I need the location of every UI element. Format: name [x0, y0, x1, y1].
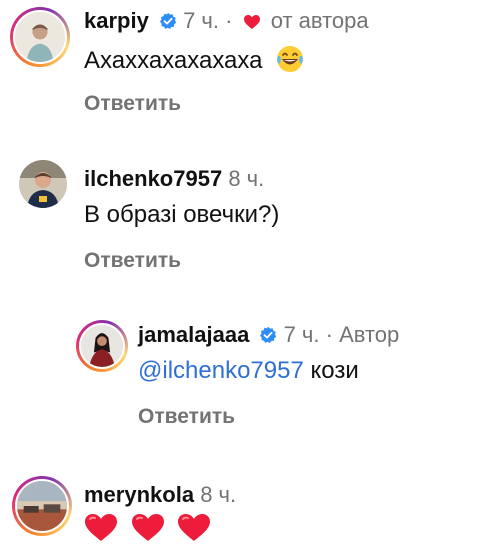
avatar[interactable]: [12, 476, 72, 536]
person-avatar-icon: [81, 325, 123, 367]
reply-button[interactable]: Ответить: [138, 405, 235, 429]
verified-badge-icon: [159, 10, 177, 36]
reply-button[interactable]: Ответить: [84, 249, 181, 273]
separator-dot: ·: [225, 8, 233, 33]
liked-by-author-note: от автора: [270, 8, 369, 33]
person-avatar-icon: [19, 160, 67, 208]
username[interactable]: merynkola: [84, 482, 194, 507]
red-heart-emoji-icon: [131, 513, 165, 550]
hearts-emoji: [84, 513, 217, 550]
verified-badge-icon: [259, 324, 277, 350]
timestamp: 7 ч.: [283, 322, 320, 347]
heart-icon: [243, 10, 261, 36]
author-label: Автор: [339, 322, 400, 347]
red-heart-emoji-icon: [177, 513, 211, 550]
username[interactable]: karpiy: [84, 8, 149, 33]
comment-text: В образі овечки?): [84, 201, 280, 228]
username[interactable]: ilchenko7957: [84, 166, 222, 191]
laughing-tears-emoji-icon: [275, 44, 305, 81]
red-heart-emoji-icon: [84, 513, 118, 550]
comment-text: кози: [310, 357, 359, 384]
reply-button[interactable]: Ответить: [84, 92, 181, 116]
timestamp: 7 ч.: [183, 8, 219, 33]
avatar[interactable]: [19, 160, 67, 208]
avatar[interactable]: [76, 320, 128, 372]
landscape-avatar-icon: [17, 481, 67, 531]
username[interactable]: jamalajaaa: [138, 322, 249, 347]
person-avatar-icon: [15, 12, 65, 62]
avatar[interactable]: [10, 7, 70, 67]
timestamp: 8 ч.: [200, 482, 237, 507]
mention-link[interactable]: @ilchenko7957: [138, 357, 304, 384]
separator-dot: ·: [325, 322, 333, 347]
timestamp: 8 ч.: [228, 166, 265, 191]
comment-text: Ахаххахахахаха: [84, 47, 263, 74]
